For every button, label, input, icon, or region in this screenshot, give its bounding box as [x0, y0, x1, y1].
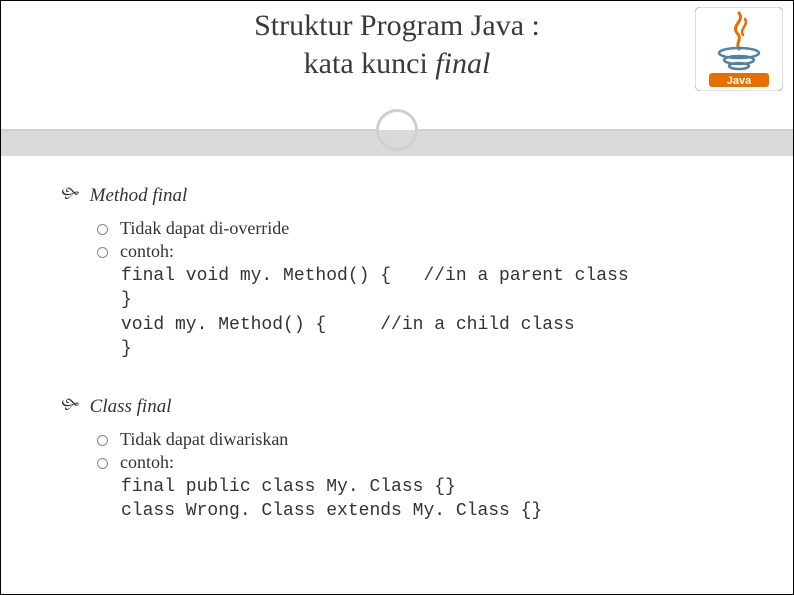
section-heading-text: Method final	[90, 185, 188, 207]
circle-bullet-icon	[97, 435, 108, 446]
circle-bullet-icon	[97, 458, 108, 469]
list-item-text: Tidak dapat diwariskan	[120, 429, 288, 450]
title-divider	[1, 109, 793, 151]
list-item: contoh:	[97, 241, 743, 262]
title-line2-prefix: kata kunci	[304, 47, 436, 80]
list-item: Tidak dapat di-override	[97, 218, 743, 239]
section-method-final: 🙛 Method final Tidak dapat di-override c…	[61, 180, 743, 361]
list-item-text: contoh:	[120, 241, 174, 262]
code-block: final void my. Method() { //in a parent …	[121, 264, 743, 361]
list-item: contoh:	[97, 452, 743, 473]
bullet-icon: 🙛	[61, 180, 80, 212]
section-heading-text: Class final	[90, 396, 172, 418]
slide-content: 🙛 Method final Tidak dapat di-override c…	[1, 156, 793, 524]
section-heading: 🙛 Class final	[61, 391, 743, 423]
section-class-final: 🙛 Class final Tidak dapat diwariskan con…	[61, 391, 743, 524]
list-item-text: contoh:	[120, 452, 174, 473]
title-line2-italic: final	[435, 47, 490, 80]
circle-bullet-icon	[97, 247, 108, 258]
title-line1: Struktur Program Java :	[254, 9, 540, 42]
list-item: Tidak dapat diwariskan	[97, 429, 743, 450]
code-block: final public class My. Class {} class Wr…	[121, 475, 743, 524]
bullet-icon: 🙛	[61, 391, 80, 423]
list-item-text: Tidak dapat di-override	[120, 218, 289, 239]
svg-text:Java: Java	[727, 75, 752, 87]
slide-header: Struktur Program Java : kata kunci final…	[1, 1, 793, 156]
divider-circle-icon	[376, 109, 418, 151]
section-heading: 🙛 Method final	[61, 180, 743, 212]
circle-bullet-icon	[97, 224, 108, 235]
java-logo: Java	[695, 7, 783, 91]
slide-title: Struktur Program Java : kata kunci final	[1, 1, 793, 82]
